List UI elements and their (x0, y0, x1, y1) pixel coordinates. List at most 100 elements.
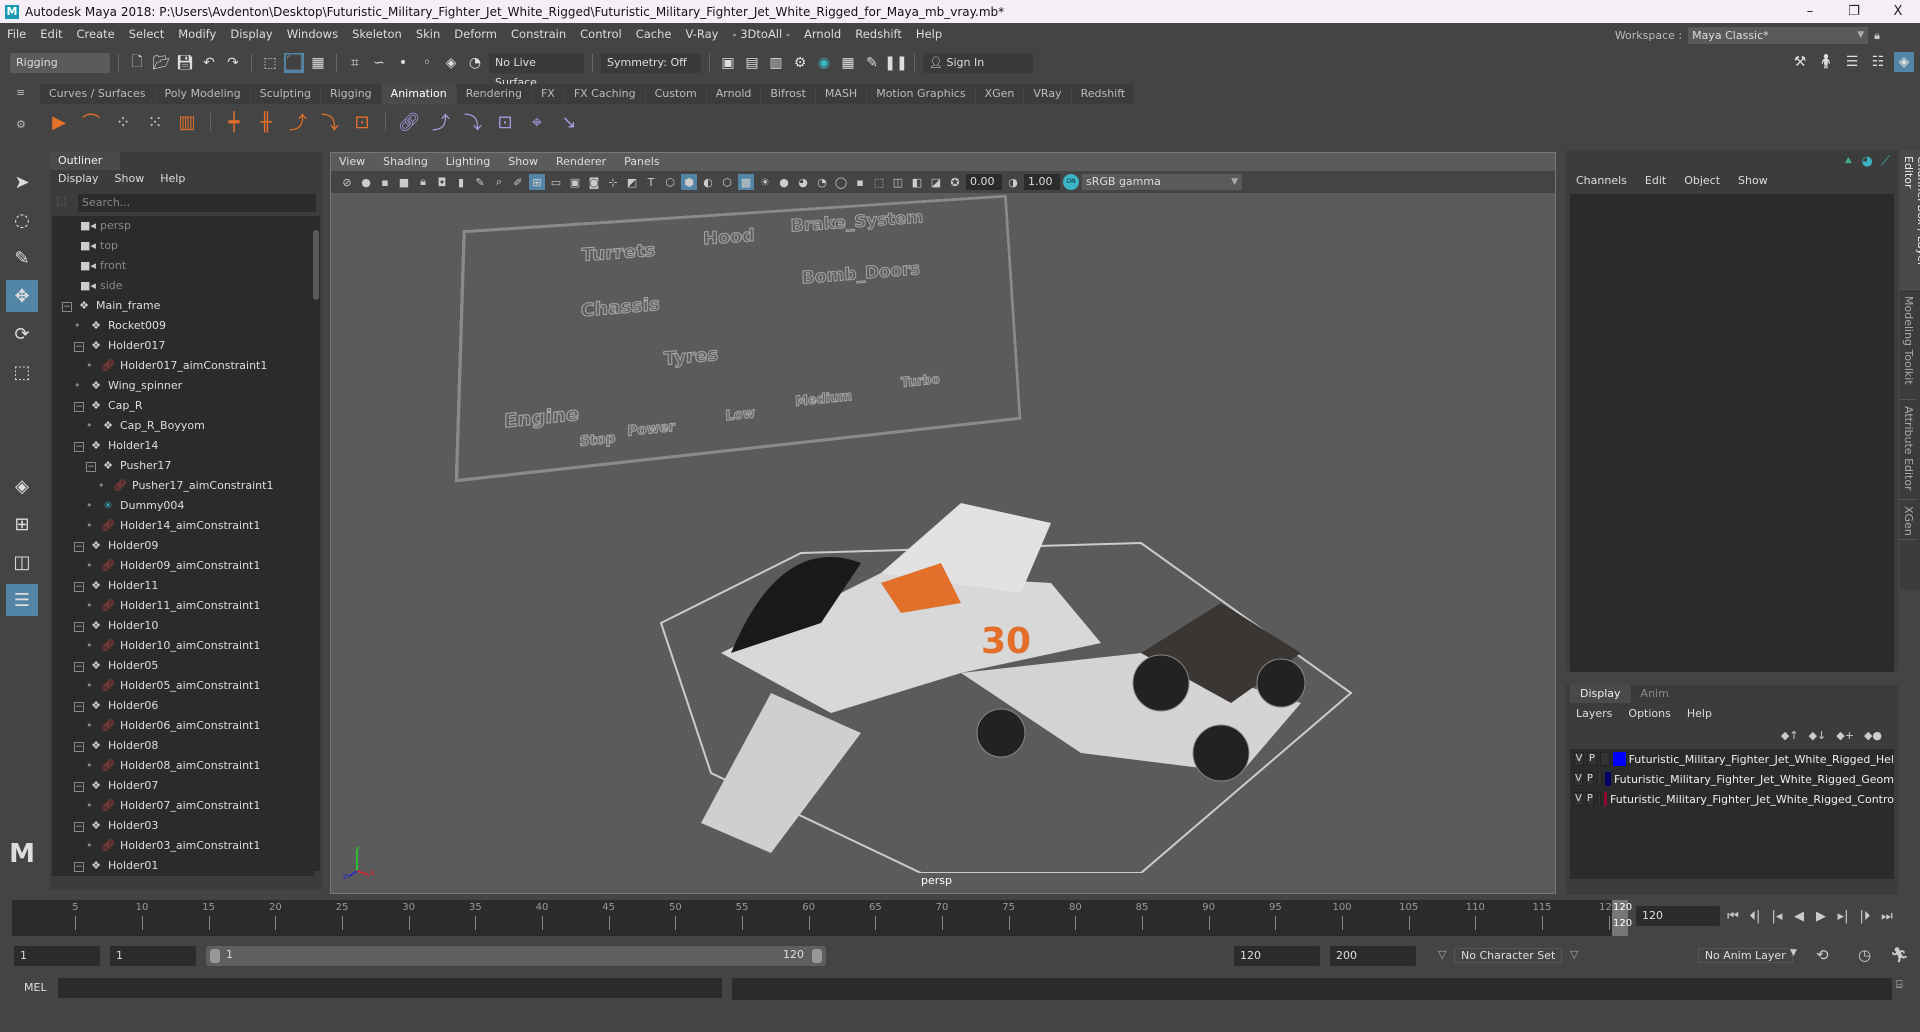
side-tab-xgen[interactable]: XGen (1900, 500, 1917, 540)
layer-visibility-toggle[interactable]: V (1574, 792, 1583, 806)
collapse-toggle[interactable]: − (74, 622, 84, 632)
2d-pan-zoom-icon[interactable]: ⌕ (491, 174, 507, 190)
bookmarks-icon[interactable]: ▪ (377, 174, 393, 190)
range-slider[interactable]: 1 120 (206, 946, 826, 966)
aim-constraint-icon[interactable]: ⌖ (524, 109, 550, 135)
layer-menu-help[interactable]: Help (1687, 707, 1712, 720)
new-scene-icon[interactable]: 🗋 (127, 53, 147, 73)
go-to-start-icon[interactable]: ⏮ (1724, 909, 1742, 924)
render-view-icon[interactable]: ▦ (838, 53, 858, 73)
outliner-menu-help[interactable]: Help (160, 172, 185, 185)
hypershade-icon[interactable]: ◉ (814, 53, 834, 73)
outliner-item[interactable]: • 🔗︎ Holder08_aimConstraint1 (52, 756, 314, 776)
grease-pencil-icon[interactable]: ✎ (472, 174, 488, 190)
symmetry-field[interactable]: Symmetry: Off (601, 53, 701, 73)
script-editor-icon[interactable]: ⌸ (1896, 978, 1903, 992)
xray-active-components-icon[interactable]: ◧ (909, 174, 925, 190)
character-set-arrow-icon[interactable]: ▽ (1438, 948, 1446, 961)
render-sequence-icon[interactable]: ▤ (742, 53, 762, 73)
outliner-search-input[interactable]: Search... (78, 194, 316, 212)
current-frame-marker[interactable]: 120 120 (1612, 900, 1632, 936)
undo-icon[interactable]: ↶ (199, 53, 219, 73)
collapse-toggle[interactable]: − (74, 342, 84, 352)
lights-icon[interactable]: ☀ (757, 174, 773, 190)
outliner-item[interactable]: − ❖ Holder10 (52, 616, 314, 636)
brush-icon[interactable]: ✐ (510, 174, 526, 190)
menu-file[interactable]: File (0, 27, 33, 41)
textured-icon[interactable]: ▩ (738, 174, 754, 190)
viewport-menu-show[interactable]: Show (508, 155, 538, 168)
shelf-tab-xgen[interactable]: XGen (975, 84, 1024, 104)
shelf-tab-fx-caching[interactable]: FX Caching (564, 84, 645, 104)
default-material-icon[interactable]: ◐ (700, 174, 716, 190)
outliner-item[interactable]: − ❖ Main_frame (52, 296, 314, 316)
layer-row[interactable]: V P Futuristic_Military_Fighter_Jet_White_… (1570, 769, 1894, 789)
outliner-item[interactable]: • 🔗︎ Holder017_aimConstraint1 (52, 356, 314, 376)
lock-icon[interactable]: 🔒︎ (1874, 29, 1880, 43)
play-backwards-icon[interactable]: ◀ (1790, 909, 1808, 924)
render-frame-icon[interactable]: ▣ (718, 53, 738, 73)
side-tab-attribute-editor[interactable]: Attribute Editor (1900, 400, 1917, 500)
viewport-menu-shading[interactable]: Shading (383, 155, 428, 168)
channel-menu-channels[interactable]: Channels (1576, 174, 1627, 187)
outliner-menu-show[interactable]: Show (115, 172, 145, 185)
outliner-item[interactable]: − ❖ Holder07 (52, 776, 314, 796)
layer-tab-display[interactable]: Display (1570, 685, 1631, 703)
outliner-item[interactable]: • 🔗︎ Pusher17_aimConstraint1 (52, 476, 314, 496)
workspace-dropdown[interactable]: Maya Classic* (1688, 27, 1869, 44)
character-set-dropdown[interactable]: No Character Set (1454, 948, 1563, 963)
new-layer-icon[interactable]: ◆+ (1836, 729, 1854, 742)
smooth-shade-icon[interactable]: ⬢ (681, 174, 697, 190)
open-scene-icon[interactable]: 📂︎ (151, 53, 171, 73)
layer-color-swatch[interactable] (1603, 792, 1607, 806)
layer-visibility-toggle[interactable]: V (1574, 772, 1583, 786)
outliner-item[interactable]: ■◂ top (52, 236, 314, 256)
maximize-button[interactable]: ❐ (1832, 0, 1876, 23)
ipr-render-icon[interactable]: ▥ (766, 53, 786, 73)
set-key-rotate-icon[interactable]: ╫ (253, 109, 279, 135)
paint-select-tool-icon[interactable]: ✎ (6, 242, 38, 274)
menu-display[interactable]: Display (223, 27, 279, 41)
hyper-icon[interactable]: ⟋ (1881, 154, 1890, 169)
snap-point-icon[interactable]: • (393, 53, 413, 73)
menu-edit[interactable]: Edit (33, 27, 69, 41)
key-selected-icon[interactable]: ⁙ (142, 109, 168, 135)
manipulator-icon[interactable]: ⯅ (1843, 154, 1853, 169)
shelf-tab-fx[interactable]: FX (531, 84, 564, 104)
filter-icon[interactable]: ⬚ (56, 194, 66, 207)
outliner-item[interactable]: ■◂ side (52, 276, 314, 296)
fighter-jet-model[interactable]: 30 (581, 353, 1481, 873)
anim-layer-dropdown[interactable]: No Anim Layer (1697, 948, 1793, 963)
menu-modify[interactable]: Modify (171, 27, 223, 41)
menu-3dtoall[interactable]: - 3DtoAll - (725, 27, 797, 41)
character-controls-icon[interactable]: 🧍︎ (1816, 52, 1836, 72)
menu-skeleton[interactable]: Skeleton (345, 27, 409, 41)
menu-redshift[interactable]: Redshift (848, 27, 909, 41)
viewport-menu-lighting[interactable]: Lighting (446, 155, 490, 168)
layer-color-swatch[interactable] (1612, 752, 1626, 766)
screen-space-ao-icon[interactable]: ◕ (795, 174, 811, 190)
shelf-tab-arnold[interactable]: Arnold (706, 84, 761, 104)
select-component-icon[interactable]: ▦ (308, 53, 328, 73)
animation-preferences-icon[interactable]: 🏃︎ (1890, 946, 1909, 964)
snap-curve-icon[interactable]: ∽ (369, 53, 389, 73)
shelf-tab-bifrost[interactable]: Bifrost (761, 84, 815, 104)
outliner-item[interactable]: • 🔗︎ Holder09_aimConstraint1 (52, 556, 314, 576)
select-hierarchy-icon[interactable]: ⬚ (260, 53, 280, 73)
scrollbar-thumb[interactable] (313, 230, 319, 300)
outliner-item[interactable]: • ❖ Rocket009 (52, 316, 314, 336)
scale-tool-icon[interactable]: ⬚ (6, 356, 38, 388)
animation-start-field[interactable]: 1 (14, 946, 100, 966)
shelf-tab-animation[interactable]: Animation (381, 84, 456, 104)
set-key-icon[interactable]: ⁘ (110, 109, 136, 135)
outliner-item[interactable]: • ❖ Cap_R_Boyyom (52, 416, 314, 436)
anim-layer-arrow-icon[interactable]: ▽ (1570, 948, 1578, 961)
outliner-item[interactable]: • 🔗︎ Holder14_aimConstraint1 (52, 516, 314, 536)
xray-icon[interactable]: ◫ (890, 174, 906, 190)
layer-type-toggle[interactable] (1596, 792, 1601, 806)
tool-settings-icon[interactable]: ☷ (1868, 52, 1888, 72)
layer-visibility-toggle[interactable]: V (1574, 752, 1584, 766)
two-view-layout-icon[interactable]: ◫ (6, 546, 38, 578)
pause-icon[interactable]: ❚❚ (884, 53, 907, 73)
graph-editor-icon[interactable]: ⌒ (78, 109, 104, 135)
